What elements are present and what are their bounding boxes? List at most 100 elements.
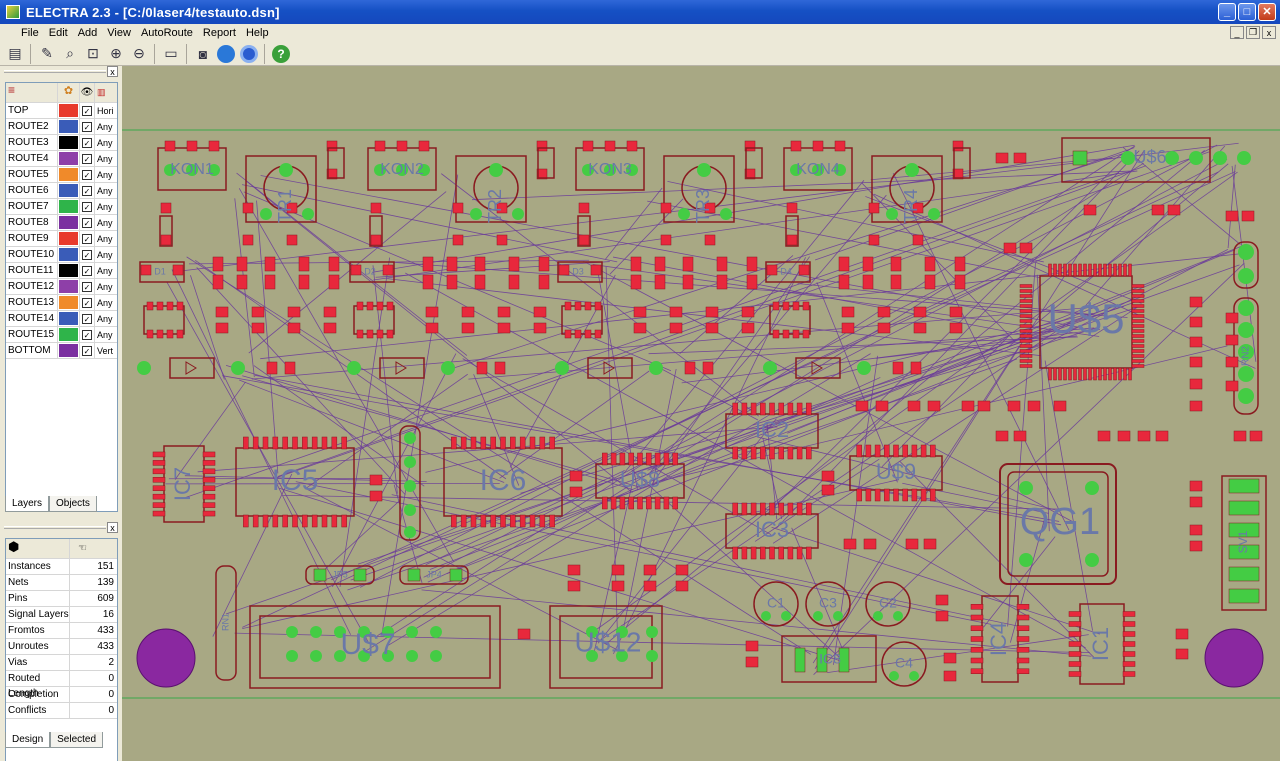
menu-view[interactable]: View	[102, 27, 136, 39]
eye-icon[interactable]: 👁	[80, 83, 95, 102]
tab-design[interactable]: Design	[5, 732, 51, 748]
layer-color-swatch[interactable]	[58, 135, 80, 150]
globe-icon[interactable]	[215, 43, 237, 65]
layer-row[interactable]: TOP ✓ Hori	[6, 103, 117, 119]
tab-selected[interactable]: Selected	[50, 732, 104, 748]
camera-icon[interactable]: ◙	[192, 43, 214, 65]
panel-grip[interactable]	[4, 70, 106, 73]
doc-minimize-button[interactable]: _	[1230, 26, 1244, 39]
zoom-in-icon[interactable]: ⊕	[105, 43, 127, 65]
layer-direction[interactable]: Hori	[95, 106, 117, 116]
layer-color-swatch[interactable]	[58, 215, 80, 230]
menu-add[interactable]: Add	[73, 27, 103, 39]
layer-row[interactable]: ROUTE2 ✓ Any	[6, 119, 117, 135]
layer-color-swatch[interactable]	[58, 327, 80, 342]
layer-row[interactable]: ROUTE10 ✓ Any	[6, 247, 117, 263]
zoom-area-icon[interactable]: ⌕	[59, 43, 81, 65]
pcb-canvas[interactable]: KON1 TR1 D1 KON2 TR2 D2 KON3 TR3 D3 KON4 TR4 D4 U$6 U…	[122, 66, 1280, 761]
layer-row[interactable]: BOTTOM ✓ Vert	[6, 343, 117, 359]
layer-direction[interactable]: Any	[95, 138, 117, 148]
layers-stack-icon[interactable]: ≡	[6, 83, 58, 102]
menu-autoroute[interactable]: AutoRoute	[136, 27, 198, 39]
layer-direction[interactable]: Any	[95, 314, 117, 324]
ruler-icon[interactable]: ▭	[160, 43, 182, 65]
layer-color-swatch[interactable]	[58, 151, 80, 166]
layer-visible-checkbox[interactable]: ✓	[80, 119, 95, 134]
layer-direction[interactable]: Any	[95, 170, 117, 180]
layer-row[interactable]: ROUTE4 ✓ Any	[6, 151, 117, 167]
layer-direction[interactable]: Any	[95, 298, 117, 308]
layer-direction[interactable]: Any	[95, 202, 117, 212]
layer-visible-checkbox[interactable]: ✓	[80, 295, 95, 310]
layer-color-swatch[interactable]	[58, 167, 80, 182]
menu-file[interactable]: File	[16, 27, 44, 39]
layer-visible-checkbox[interactable]: ✓	[80, 135, 95, 150]
layer-row[interactable]: ROUTE6 ✓ Any	[6, 183, 117, 199]
pcb-board[interactable]: KON1 TR1 D1 KON2 TR2 D2 KON3 TR3 D3 KON4 TR4 D4 U$6 U…	[122, 66, 1280, 761]
minimize-button[interactable]: _	[1218, 3, 1236, 21]
design-cube-icon[interactable]: ⬢	[6, 539, 70, 558]
layer-direction[interactable]: Any	[95, 186, 117, 196]
layer-color-swatch[interactable]	[58, 119, 80, 134]
layer-direction[interactable]: Any	[95, 218, 117, 228]
palette-icon[interactable]: ✿	[58, 83, 80, 102]
layer-color-swatch[interactable]	[58, 311, 80, 326]
layer-direction[interactable]: Vert	[95, 346, 117, 356]
layer-row[interactable]: ROUTE13 ✓ Any	[6, 295, 117, 311]
chip-icon[interactable]: ▥	[95, 87, 117, 98]
layer-visible-checkbox[interactable]: ✓	[80, 279, 95, 294]
layer-color-swatch[interactable]	[58, 343, 80, 358]
layer-row[interactable]: ROUTE15 ✓ Any	[6, 327, 117, 343]
layer-row[interactable]: ROUTE7 ✓ Any	[6, 199, 117, 215]
layer-visible-checkbox[interactable]: ✓	[80, 199, 95, 214]
layer-row[interactable]: ROUTE9 ✓ Any	[6, 231, 117, 247]
layer-color-swatch[interactable]	[58, 263, 80, 278]
zoom-out-icon[interactable]: ⊖	[128, 43, 150, 65]
layer-row[interactable]: ROUTE5 ✓ Any	[6, 167, 117, 183]
layers-panel-close-button[interactable]: x	[107, 66, 118, 77]
doc-close-button[interactable]: x	[1262, 26, 1276, 39]
layer-color-swatch[interactable]	[58, 279, 80, 294]
layer-visible-checkbox[interactable]: ✓	[80, 247, 95, 262]
menu-report[interactable]: Report	[198, 27, 241, 39]
menu-help[interactable]: Help	[241, 27, 274, 39]
record-icon[interactable]	[238, 43, 260, 65]
layer-color-swatch[interactable]	[58, 231, 80, 246]
layer-direction[interactable]: Any	[95, 154, 117, 164]
zoom-window-icon[interactable]: ⊡	[82, 43, 104, 65]
layer-direction[interactable]: Any	[95, 122, 117, 132]
maximize-button[interactable]: □	[1238, 3, 1256, 21]
hand-pointer-icon[interactable]: ☜	[70, 543, 117, 554]
stats-panel-close-button[interactable]: x	[107, 522, 118, 533]
layer-visible-checkbox[interactable]: ✓	[80, 231, 95, 246]
layer-color-swatch[interactable]	[58, 295, 80, 310]
layer-visible-checkbox[interactable]: ✓	[80, 215, 95, 230]
menu-edit[interactable]: Edit	[44, 27, 73, 39]
layer-row[interactable]: ROUTE14 ✓ Any	[6, 311, 117, 327]
tab-objects[interactable]: Objects	[49, 496, 97, 512]
layer-color-swatch[interactable]	[58, 247, 80, 262]
layer-visible-checkbox[interactable]: ✓	[80, 167, 95, 182]
brush-icon[interactable]: ✎	[36, 43, 58, 65]
layer-visible-checkbox[interactable]: ✓	[80, 311, 95, 326]
layer-visible-checkbox[interactable]: ✓	[80, 343, 95, 358]
layer-direction[interactable]: Any	[95, 282, 117, 292]
layer-visible-checkbox[interactable]: ✓	[80, 327, 95, 342]
layer-visible-checkbox[interactable]: ✓	[80, 151, 95, 166]
layer-color-swatch[interactable]	[58, 183, 80, 198]
open-icon[interactable]: ▤	[4, 43, 26, 65]
doc-restore-button[interactable]: ❐	[1246, 26, 1260, 39]
layer-visible-checkbox[interactable]: ✓	[80, 183, 95, 198]
layer-row[interactable]: ROUTE3 ✓ Any	[6, 135, 117, 151]
help-icon[interactable]: ?	[270, 43, 292, 65]
layer-direction[interactable]: Any	[95, 250, 117, 260]
tab-layers[interactable]: Layers	[5, 496, 50, 512]
layer-direction[interactable]: Any	[95, 234, 117, 244]
layer-color-swatch[interactable]	[58, 103, 80, 118]
panel-grip[interactable]	[4, 526, 106, 529]
close-button[interactable]: ✕	[1258, 3, 1276, 21]
layer-row[interactable]: ROUTE11 ✓ Any	[6, 263, 117, 279]
layer-row[interactable]: ROUTE12 ✓ Any	[6, 279, 117, 295]
layer-direction[interactable]: Any	[95, 330, 117, 340]
layer-visible-checkbox[interactable]: ✓	[80, 103, 95, 118]
